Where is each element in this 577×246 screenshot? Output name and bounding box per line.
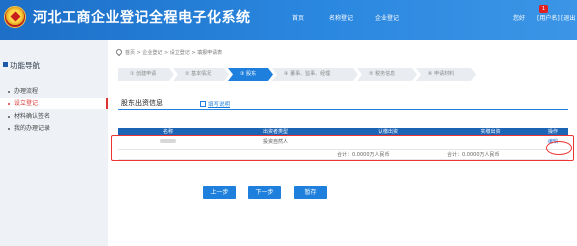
sidebar-item-establish[interactable]: 设立登记 bbox=[0, 98, 108, 109]
total-subscribed: 合计：0.0000万人民币 bbox=[333, 149, 443, 160]
col-subscribed: 认缴出资 bbox=[333, 128, 443, 135]
bullet-icon bbox=[8, 103, 10, 105]
edit-button[interactable]: 编辑 bbox=[548, 139, 558, 145]
table-row: 投资自然人 编辑 bbox=[118, 135, 568, 150]
sidebar-item-records[interactable]: 我的办理记录 bbox=[0, 123, 108, 134]
document-icon bbox=[200, 101, 206, 107]
notification-badge[interactable]: 1 bbox=[539, 5, 548, 13]
totals-row: 合计：0.0000万人民币 合计：0.0000万人民币 bbox=[118, 149, 568, 160]
col-paid: 实缴出资 bbox=[443, 128, 538, 135]
next-step-button[interactable]: 下一步 bbox=[248, 186, 281, 199]
username-link[interactable]: [用户名] bbox=[537, 13, 560, 22]
sidebar-item-label: 设立登记 bbox=[14, 100, 39, 107]
breadcrumb-text: 首页 > 企业登记 > 设立登记 > 填报申请表 bbox=[125, 50, 223, 56]
app-header: 河北工商企业登记全程电子化系统 首页 名称登记 企业登记 您好 1 [用户名] … bbox=[0, 0, 577, 40]
fill-help-label: 填写说明 bbox=[208, 102, 231, 108]
bullet-icon bbox=[8, 91, 10, 93]
tab-shareholder-contribution[interactable]: 股东出资信息 bbox=[121, 98, 163, 108]
emblem-logo bbox=[4, 6, 26, 28]
nav-square-icon bbox=[3, 62, 8, 67]
shareholder-table: 名称 出资者类型 认缴出资 实缴出资 操作 投资自然人 编辑 合计：0.0000… bbox=[118, 128, 568, 160]
total-paid: 合计：0.0000万人民币 bbox=[443, 149, 538, 160]
step-create[interactable]: ① 创建申请 bbox=[118, 68, 174, 81]
cell-type: 投资自然人 bbox=[218, 135, 333, 150]
breadcrumb: 首页 > 企业登记 > 设立登记 > 填报申请表 bbox=[114, 47, 223, 57]
col-action: 操作 bbox=[538, 128, 568, 135]
save-draft-button[interactable]: 暂存 bbox=[294, 186, 327, 199]
cell-subscribed bbox=[333, 135, 443, 150]
bullet-icon bbox=[8, 128, 10, 130]
sidebar-item-process[interactable]: 办理流程 bbox=[0, 86, 108, 97]
sidebar-title: 功能导航 bbox=[10, 61, 40, 70]
nav-name-registration[interactable]: 名称登记 bbox=[329, 13, 353, 22]
cell-paid bbox=[443, 135, 538, 150]
cell-action: 编辑 bbox=[538, 135, 568, 150]
sidebar-item-label: 我的办理记录 bbox=[14, 125, 51, 132]
fill-help-link[interactable]: 填写说明 bbox=[200, 100, 230, 108]
step-directors[interactable]: ④ 董事、监事、经理 bbox=[272, 68, 358, 81]
step-tax[interactable]: ⑤ 税务信息 bbox=[357, 68, 417, 81]
nav-enterprise-registration[interactable]: 企业登记 bbox=[375, 13, 399, 22]
location-pin-icon bbox=[114, 47, 124, 57]
prev-step-button[interactable]: 上一步 bbox=[203, 186, 236, 199]
bullet-icon bbox=[8, 116, 10, 118]
sidebar-item-label: 办理流程 bbox=[14, 88, 39, 95]
col-type: 出资者类型 bbox=[218, 128, 333, 135]
cell-name bbox=[118, 135, 218, 150]
col-name: 名称 bbox=[118, 128, 218, 135]
step-materials[interactable]: ⑥ 申请材料 bbox=[416, 68, 476, 81]
system-title: 河北工商企业登记全程电子化系统 bbox=[33, 10, 251, 26]
tab-bar: 股东出资信息 填写说明 bbox=[118, 96, 568, 110]
step-basic[interactable]: ② 基本情况 bbox=[173, 68, 229, 81]
sidebar-item-sign[interactable]: 材料确认签名 bbox=[0, 111, 108, 122]
sidebar: 功能导航 办理流程 设立登记 材料确认签名 我的办理记录 bbox=[0, 40, 108, 246]
logout-link[interactable]: [退出 bbox=[561, 13, 575, 22]
sidebar-item-label: 材料确认签名 bbox=[14, 113, 51, 120]
step-shareholder[interactable]: ③ 股东 bbox=[228, 68, 273, 81]
greeting-text: 您好 bbox=[513, 15, 526, 22]
nav-home[interactable]: 首页 bbox=[292, 13, 304, 22]
main-content: 首页 > 企业登记 > 设立登记 > 填报申请表 ① 创建申请 ② 基本情况 ③… bbox=[108, 40, 577, 246]
redacted-name bbox=[160, 138, 176, 143]
